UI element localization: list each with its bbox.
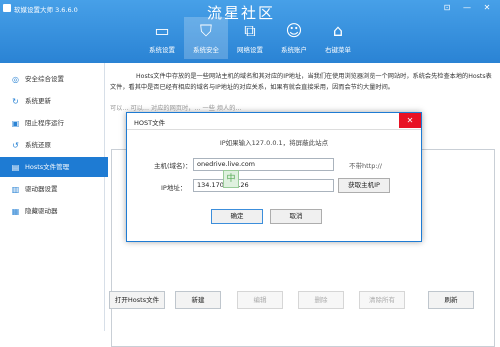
sidebar-item-hosts[interactable]: ▤ Hosts文件管理 <box>0 157 108 177</box>
toolbar-label: 系统安全 <box>193 46 219 54</box>
host-input[interactable]: onedrive.live.com <box>193 158 334 171</box>
app-title: 软媒设置大师 3.6.6.0 <box>14 6 78 14</box>
ok-button[interactable]: 确定 <box>211 209 263 224</box>
restore-icon: ↺ <box>12 140 19 150</box>
shield-check-icon: ◎ <box>12 74 19 84</box>
toolbar-label: 网络设置 <box>237 46 263 54</box>
hosts-icon: ▤ <box>11 162 20 172</box>
toolbar-label: 右键菜单 <box>325 46 351 54</box>
cancel-button[interactable]: 取消 <box>270 209 322 224</box>
sidebar-item-label: Hosts文件管理 <box>25 163 70 171</box>
user-icon: ☺ <box>285 21 303 40</box>
minimize-button[interactable]: — <box>460 3 474 13</box>
title-bar: 软媒设置大师 3.6.6.0 流星社区 ⊡ — ✕ ▭ 系统设置 ⛉ 系统安全 … <box>0 0 500 63</box>
sidebar-item-label: 驱动器设置 <box>25 185 58 193</box>
host-label: 主机(域名)： <box>154 162 192 170</box>
ip-input[interactable]: 134.170.108.26 <box>193 179 334 192</box>
sidebar-item-system-restore[interactable]: ↺ 系统还原 <box>10 135 104 155</box>
open-hosts-file-button[interactable]: 打开Hosts文件 <box>109 291 165 309</box>
new-entry-button[interactable]: 新建 <box>175 291 221 309</box>
sidebar-item-label: 隐藏驱动器 <box>25 207 58 215</box>
sidebar: ◎ 安全综合设置 ↻ 系统更新 ▣ 阻止程序运行 ↺ 系统还原 ▤ Hosts文件管理 ▥… <box>0 63 108 331</box>
toolbar-label: 系统账户 <box>281 46 307 54</box>
network-icon: ⧉ <box>244 21 256 40</box>
delete-entry-button[interactable]: 删除 <box>298 291 344 309</box>
dialog-close-button[interactable]: ✕ <box>399 113 421 128</box>
sidebar-item-label: 安全综合设置 <box>25 75 64 83</box>
toolbar-network-settings[interactable]: ⧉ 网络设置 <box>228 17 272 59</box>
mouse-icon: ⌂ <box>332 21 344 40</box>
toolbar-system-settings[interactable]: ▭ 系统设置 <box>140 17 184 59</box>
host-note: 不带http:// <box>349 162 382 170</box>
edit-entry-button[interactable]: 编辑 <box>237 291 283 309</box>
hosts-description: Hosts文件中存放的是一些网站主机的域名和其对应的IP地址，当我们在使用浏览器… <box>110 73 492 91</box>
close-window-button[interactable]: ✕ <box>480 3 494 13</box>
sidebar-item-drive-settings[interactable]: ▥ 驱动器设置 <box>10 179 104 199</box>
sidebar-item-hide-drives[interactable]: ▦ 隐藏驱动器 <box>10 201 104 221</box>
toolbar-label: 系统设置 <box>149 46 175 54</box>
ip-label: IP地址： <box>161 184 187 192</box>
dialog-title: HOST文件 <box>134 119 166 127</box>
toolbar-context-menu[interactable]: ⌂ 右键菜单 <box>316 17 360 59</box>
sidebar-item-security-overview[interactable]: ◎ 安全综合设置 <box>10 69 104 89</box>
host-file-dialog: HOST文件 ✕ IP如果输入127.0.0.1，将屏蔽此站点 主机(域名)： … <box>126 112 422 242</box>
block-icon: ▣ <box>11 118 20 128</box>
clear-all-button[interactable]: 清除所有 <box>359 291 405 309</box>
drive-icon: ▥ <box>11 184 20 194</box>
sidebar-item-label: 阻止程序运行 <box>25 119 64 127</box>
text-cursor-icon: 中 <box>223 170 239 188</box>
dialog-hint: IP如果输入127.0.0.1，将屏蔽此站点 <box>219 139 329 147</box>
sidebar-item-label: 系统更新 <box>25 97 51 105</box>
refresh-icon: ↻ <box>12 96 19 106</box>
refresh-button[interactable]: 刷新 <box>428 291 474 309</box>
sidebar-item-label: 系统还原 <box>25 141 51 149</box>
sidebar-item-block-programs[interactable]: ▣ 阻止程序运行 <box>10 113 104 133</box>
dialog-title-bar: HOST文件 ✕ <box>127 113 421 130</box>
app-logo-icon <box>3 4 11 12</box>
get-host-ip-button[interactable]: 获取主机IP <box>338 178 390 193</box>
toolbar-system-security[interactable]: ⛉ 系统安全 <box>184 17 228 59</box>
sidebar-item-system-update[interactable]: ↻ 系统更新 <box>10 91 104 111</box>
skin-button[interactable]: ⊡ <box>440 3 454 13</box>
shield-icon: ⛉ <box>199 21 212 40</box>
hide-drive-icon: ▦ <box>11 206 20 216</box>
monitor-icon: ▭ <box>154 21 170 40</box>
toolbar-system-accounts[interactable]: ☺ 系统账户 <box>272 17 316 59</box>
